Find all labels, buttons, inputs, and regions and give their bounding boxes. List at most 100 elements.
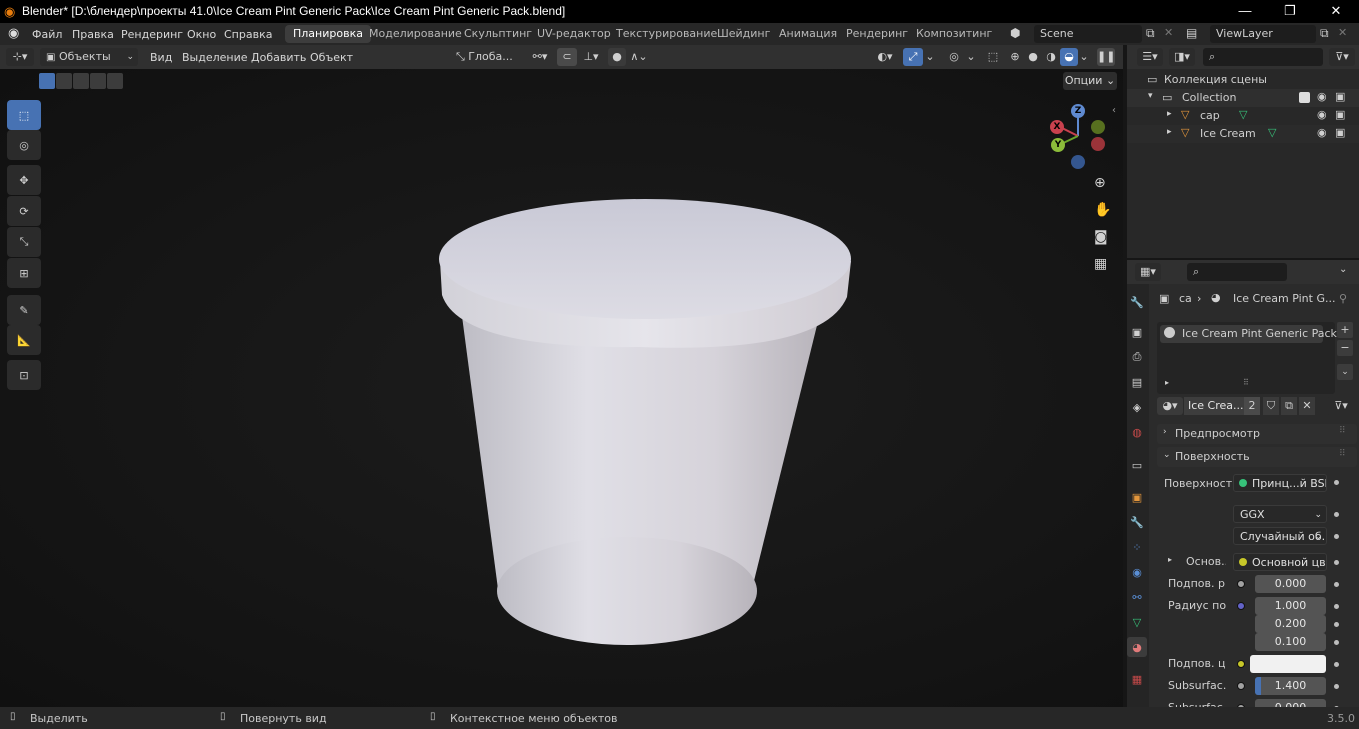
scene-tab-icon[interactable]: ◈ [1127,397,1147,417]
wireframe-shading-icon[interactable]: ⊕ [1006,48,1024,66]
surface-panel-header[interactable]: ⌄ Поверхность ⠿ [1157,447,1357,467]
tab-shading[interactable]: Шейдинг [709,25,778,43]
view-layer-field[interactable]: ViewLayer [1210,25,1316,43]
orientation-dropdown[interactable]: ⤡ Глоба... [452,48,520,66]
fake-user-icon[interactable]: ⛉ [1263,397,1279,415]
keyframe-dot[interactable] [1334,604,1339,609]
socket-icon[interactable] [1237,682,1245,690]
object-tab-icon[interactable]: ▣ [1127,487,1147,507]
keyframe-dot[interactable] [1334,512,1339,517]
delete-scene-icon[interactable]: ✕ [1164,26,1173,39]
outliner-editor-type-icon[interactable]: ☰▾ [1137,48,1163,66]
proportional-edit-icon[interactable]: ● [608,48,626,66]
display-mode-icon[interactable]: ◨▾ [1169,48,1195,66]
expand-arrow-icon[interactable]: ▸ [1168,555,1172,564]
expand-arrow-icon[interactable]: ▸ [1167,109,1172,119]
outliner-row-cap[interactable]: ▸ ▽ cap ▽ ◉ ▣ [1127,107,1359,125]
grid-perspective-icon[interactable]: ▦ [1094,256,1107,272]
gizmo-y-axis[interactable]: Y [1051,138,1065,152]
keyframe-dot[interactable] [1334,640,1339,645]
socket-icon[interactable] [1237,580,1245,588]
menu-object[interactable]: Объект [310,51,353,64]
duplicate-material-icon[interactable]: ⧉ [1281,397,1297,415]
gizmo-dropdown-icon[interactable]: ⌄ [924,48,936,66]
keyframe-dot[interactable] [1334,534,1339,539]
add-slot-button[interactable]: + [1337,322,1353,338]
remove-slot-button[interactable]: − [1337,340,1353,356]
menu-view[interactable]: Вид [150,51,172,64]
pan-hand-icon[interactable]: ✋ [1094,202,1111,218]
tab-sculpting[interactable]: Скульптинг [456,25,540,43]
tab-rendering[interactable]: Рендеринг [838,25,916,43]
filter-icon[interactable]: ⊽▾ [1329,48,1355,66]
tab-texture-paint[interactable]: Текстурирование [608,25,725,43]
gizmo-toggle-icon[interactable]: ⤢ [903,48,923,66]
link-type-icon[interactable]: ⊽▾ [1326,397,1356,415]
keyframe-dot[interactable] [1334,582,1339,587]
material-shading-icon[interactable]: ◑ [1042,48,1060,66]
close-button[interactable]: ✕ [1313,0,1359,23]
slot-specials-button[interactable]: ⌄ [1337,364,1353,380]
shading-dropdown-icon[interactable]: ⌄ [1078,48,1090,66]
scene-icon[interactable]: ⬢ [1010,26,1020,40]
pivot-icon[interactable]: ⚯▾ [527,48,553,66]
gizmo-neg-x-axis[interactable] [1091,137,1105,151]
material-slot-row[interactable]: Ice Cream Pint Generic Pack [1160,325,1337,343]
base-color-link[interactable]: Основной цвет [1233,553,1327,571]
3d-viewport[interactable]: Опции ⌄ ⬚ ◎ ✥ ⟳ ⤡ ⊞ ✎ 📐 ⊡ Z X Y ⊕ ✋ ◙ ▦ … [0,69,1123,707]
subsurface-method-dropdown[interactable]: Случайный об... ⌄ [1233,527,1327,545]
render-tab-icon[interactable]: ▣ [1127,322,1147,342]
subsurface-color-swatch[interactable] [1250,655,1326,673]
world-tab-icon[interactable]: ◍ [1127,422,1147,442]
new-scene-icon[interactable]: ⧉ [1146,26,1155,41]
gizmo-x-axis[interactable]: X [1050,120,1064,134]
output-tab-icon[interactable]: ⎙ [1127,347,1147,367]
resize-handle-icon[interactable]: ⠿ [1243,378,1249,387]
sidebar-toggle-icon[interactable]: ‹ [1112,105,1116,116]
material-name-field[interactable]: Ice Crea... [1184,397,1250,415]
camera-icon[interactable]: ◙ [1094,229,1108,245]
tab-modeling[interactable]: Моделирование [361,25,470,43]
number-field[interactable]: 1.000 [1255,597,1326,615]
overlays-icon[interactable]: ◎ [944,48,964,66]
eye-icon[interactable]: ◉ [1317,90,1327,103]
socket-icon[interactable] [1237,602,1245,610]
minimize-button[interactable]: — [1222,0,1268,23]
socket-icon[interactable] [1237,660,1245,668]
material-users-count[interactable]: 2 [1244,397,1260,415]
tab-compositing[interactable]: Композитинг [908,25,1000,43]
expand-arrow-icon[interactable]: ▾ [1148,91,1153,101]
number-field[interactable]: 1.400 [1255,677,1326,695]
camera-render-icon[interactable]: ▣ [1335,108,1345,121]
pin-icon[interactable]: ⚲ [1339,292,1347,305]
eye-icon[interactable]: ◉ [1317,108,1327,121]
tab-uv-editing[interactable]: UV-редактор [529,25,619,43]
delete-view-layer-icon[interactable]: ✕ [1338,26,1347,39]
view-layer-tab-icon[interactable]: ▤ [1127,372,1147,392]
preview-panel-header[interactable]: › Предпросмотр ⠿ [1157,424,1357,444]
new-view-layer-icon[interactable]: ⧉ [1320,26,1329,41]
camera-render-icon[interactable]: ▣ [1335,90,1345,103]
number-field[interactable]: 0.000 [1255,575,1326,593]
modifier-tab-icon[interactable]: 🔧 [1127,512,1147,532]
chevron-down-icon[interactable]: ⌄ [1339,264,1347,275]
outliner-search-input[interactable]: ⌕ [1203,48,1323,66]
gizmo-neg-y-axis[interactable] [1091,120,1105,134]
mode-dropdown[interactable]: ▣ Объекты ⌄ [40,48,138,66]
properties-editor-type-icon[interactable]: ▦▾ [1135,263,1161,281]
editor-type-icon[interactable]: ⊹▾ [6,48,34,66]
menu-file[interactable]: Файл [32,28,62,41]
menu-select[interactable]: Выделение [182,51,248,64]
gizmo-neg-z-axis[interactable] [1071,155,1085,169]
keyframe-dot[interactable] [1334,622,1339,627]
falloff-icon[interactable]: ∧⌄ [628,48,650,66]
outliner-row-collection[interactable]: ▾ ▭ Collection ◉ ▣ [1127,89,1359,107]
material-slot-list[interactable]: Ice Cream Pint Generic Pack ▸ ⠿ [1157,322,1337,394]
properties-search-input[interactable]: ⌕ [1187,263,1287,281]
zoom-icon[interactable]: ⊕ [1094,175,1106,191]
blender-menu-icon[interactable]: ◉ [8,26,19,41]
collection-tab-icon[interactable]: ▭ [1127,455,1147,475]
keyframe-dot[interactable] [1334,662,1339,667]
menu-edit[interactable]: Правка [72,28,114,41]
surface-shader-dropdown[interactable]: Принц...й BSDF [1233,474,1327,492]
